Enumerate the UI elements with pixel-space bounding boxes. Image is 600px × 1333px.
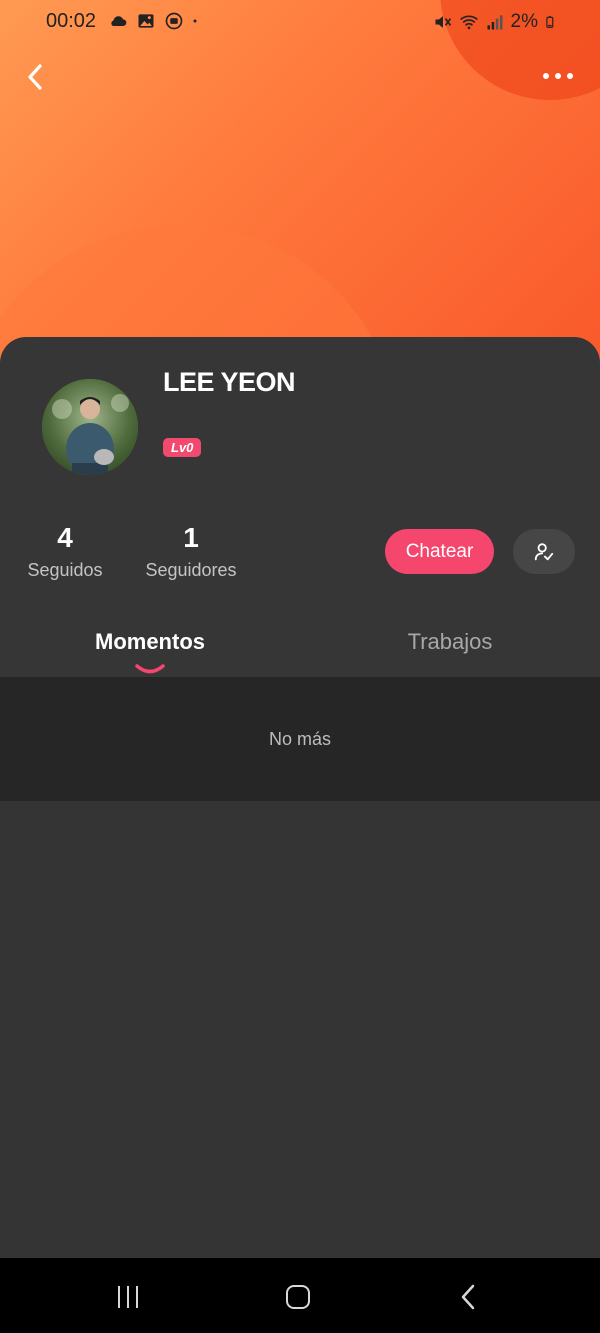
recent-apps-icon (136, 1286, 138, 1308)
feed-background (0, 801, 600, 1258)
following-label: Seguidos (27, 560, 103, 580)
profile-header-background (0, 0, 600, 380)
status-time: 00:02 (46, 10, 97, 32)
battery-icon (546, 16, 554, 28)
more-dot-icon (567, 73, 573, 79)
followers-label: Seguidores (145, 560, 237, 580)
recent-apps-button[interactable] (118, 1286, 146, 1308)
home-button[interactable] (286, 1285, 310, 1309)
following-stat[interactable]: 4 Seguidos (20, 522, 110, 581)
followers-stat[interactable]: 1 Seguidores (138, 522, 244, 581)
profile-tabs: Momentos Trabajos (0, 617, 600, 677)
wifi-icon (459, 15, 478, 30)
profile-card: LEE YEON Lv0 4 Seguidos 1 Seguidores Cha… (0, 337, 600, 677)
avatar-photo (42, 379, 138, 475)
mute-icon (435, 16, 451, 28)
cloud-icon (111, 16, 127, 26)
more-dot-icon (543, 73, 549, 79)
profile-name: LEE YEON (163, 367, 296, 397)
user-check-icon (534, 542, 554, 560)
recent-apps-icon (127, 1286, 129, 1308)
dot-icon (193, 19, 197, 23)
active-tab-indicator (135, 664, 165, 674)
media-icon (165, 12, 183, 30)
following-count: 4 (57, 522, 73, 553)
signal-icon (487, 15, 503, 30)
recent-apps-icon (118, 1286, 120, 1308)
notification-icons (108, 11, 204, 31)
tab-moments[interactable]: Momentos (0, 629, 300, 655)
more-options-button[interactable] (538, 66, 578, 86)
avatar[interactable] (42, 379, 138, 475)
empty-message: No más (268, 729, 331, 749)
profile-screen: 00:02 2% LEE YEON Lv0 4 Seguidos 1 Segui… (0, 0, 600, 1333)
level-badge: Lv0 (163, 438, 202, 457)
tab-works[interactable]: Trabajos (300, 629, 600, 655)
more-dot-icon (555, 73, 561, 79)
system-navigation-bar (0, 1258, 600, 1333)
battery-percentage: 2% (510, 11, 538, 32)
chevron-left-icon (461, 1284, 475, 1310)
followers-count: 1 (183, 522, 199, 553)
status-bar: 00:02 2% (0, 0, 600, 44)
system-status-icons: 2% (433, 11, 558, 33)
feed-empty-state: No más (0, 677, 600, 801)
image-icon (138, 14, 154, 28)
follow-user-button[interactable] (513, 529, 575, 574)
system-back-button[interactable] (458, 1284, 478, 1310)
chevron-left-icon (28, 64, 42, 90)
chat-button[interactable]: Chatear (385, 529, 494, 574)
back-button[interactable] (20, 60, 52, 94)
